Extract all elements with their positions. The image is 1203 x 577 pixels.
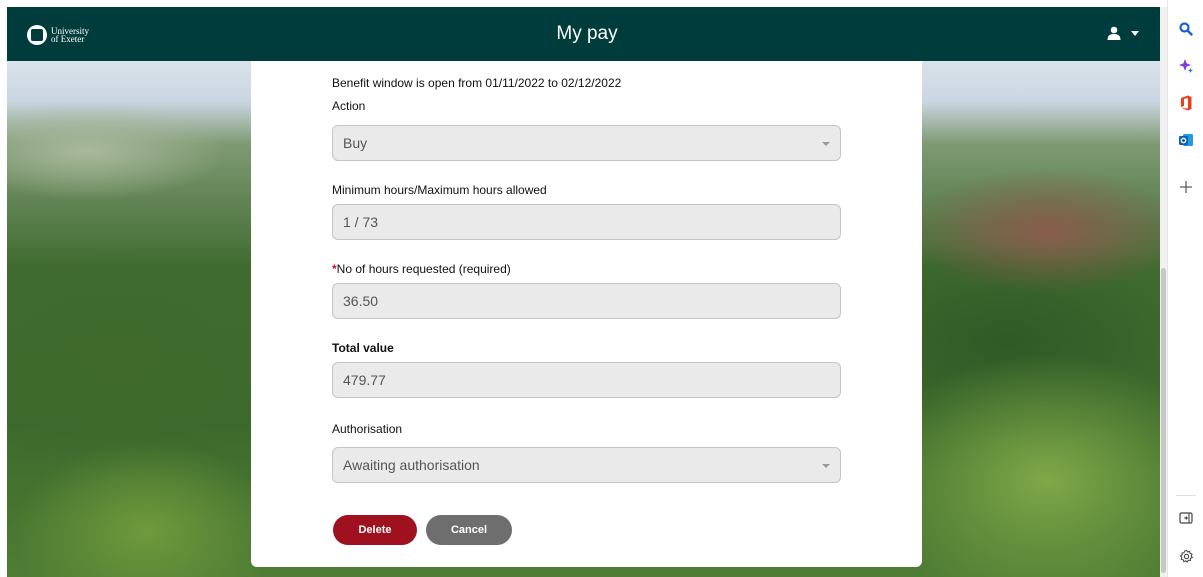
min-max-hours-field: 1 / 73 [332,204,841,240]
page-title: My pay [556,23,618,44]
delete-button[interactable]: Delete [333,515,417,545]
hours-requested-input[interactable]: 36.50 [332,283,841,319]
chevron-down-icon [822,464,830,468]
split-screen-icon[interactable] [1178,510,1194,526]
add-icon[interactable] [1178,179,1194,195]
benefit-form-panel: Benefit window is open from 01/11/2022 t… [251,61,922,567]
benefit-window-note: Benefit window is open from 01/11/2022 t… [332,76,622,90]
chevron-down-icon [822,142,830,146]
authorisation-label: Authorisation [332,422,403,436]
office-icon[interactable] [1178,95,1194,111]
search-icon[interactable] [1178,21,1194,37]
side-divider [1176,495,1196,496]
total-value-value: 479.77 [343,372,386,388]
min-max-hours-value: 1 / 73 [343,214,379,230]
action-label: Action [332,99,366,113]
hours-requested-label: *No of hours requested (required) [332,262,511,276]
total-value-field: 479.77 [332,362,841,398]
total-value-label: Total value [332,341,394,355]
hours-requested-label-text: No of hours requested (required) [336,262,511,276]
chevron-down-icon [1131,30,1139,36]
app-window: University of Exeter My pay Benefit wind… [7,7,1167,577]
min-max-hours-label: Minimum hours/Maximum hours allowed [332,183,547,197]
action-value: Buy [343,135,368,151]
copilot-icon[interactable] [1178,58,1194,74]
hours-requested-value: 36.50 [343,293,379,309]
browser-side-panel [1167,0,1203,577]
scrollbar-thumb[interactable] [1161,268,1166,573]
top-header: University of Exeter My pay [7,7,1167,61]
authorisation-select[interactable]: Awaiting authorisation [332,447,841,483]
user-icon [1107,26,1121,40]
authorisation-value: Awaiting authorisation [343,457,480,473]
action-select[interactable]: Buy [332,125,841,161]
user-menu-button[interactable] [1107,26,1139,40]
outlook-icon[interactable] [1178,132,1194,148]
settings-icon[interactable] [1178,548,1194,564]
cancel-button[interactable]: Cancel [426,515,512,545]
